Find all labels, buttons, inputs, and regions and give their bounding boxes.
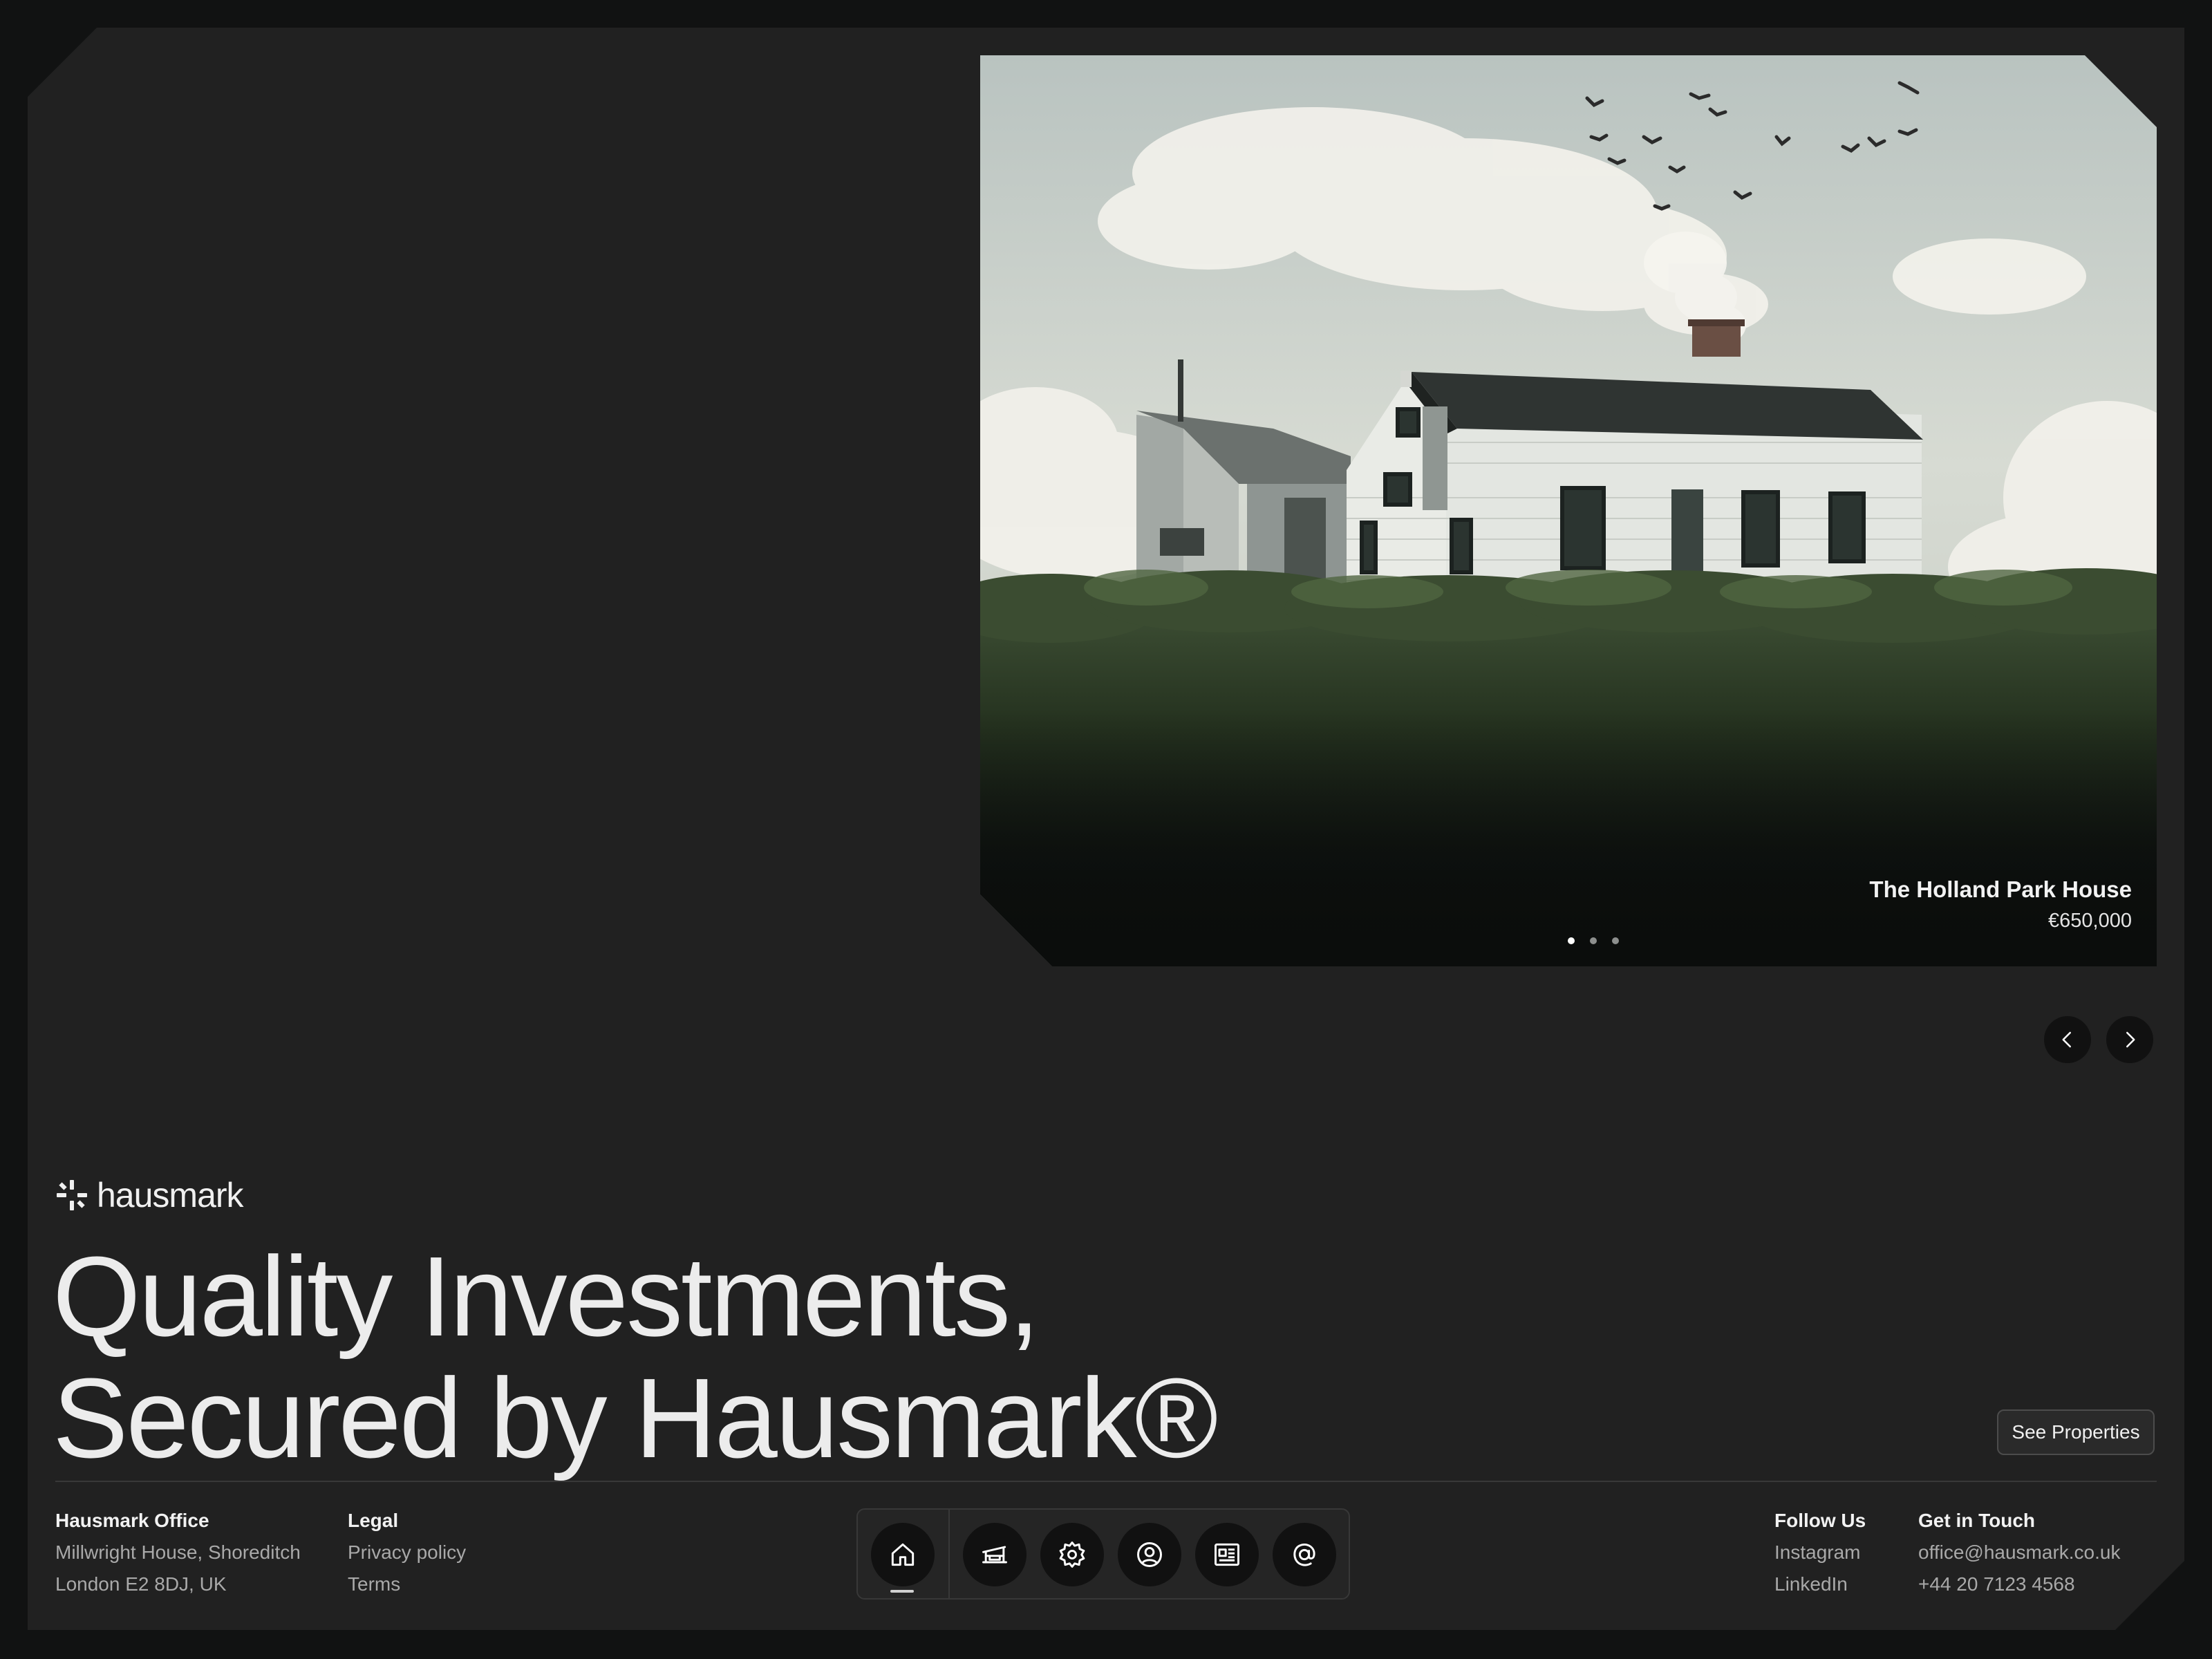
- property-price: €650,000: [2048, 910, 2132, 932]
- property-hero-image: The Holland Park House €650,000: [980, 55, 2157, 966]
- dock-active-indicator: [890, 1590, 914, 1593]
- sofa-icon: [980, 1539, 1010, 1570]
- phone-link[interactable]: +44 20 7123 4568: [1918, 1573, 2120, 1605]
- house-photo: [980, 55, 2157, 966]
- office-address-line-1: Millwright House, Shoreditch: [55, 1541, 301, 1563]
- dock-separator: [948, 1510, 950, 1598]
- chevron-right-icon: [2119, 1029, 2140, 1050]
- dock-profile-button[interactable]: [1118, 1523, 1181, 1586]
- follow-heading: Follow Us: [1774, 1510, 1866, 1531]
- headline-line-1: Quality Investments,: [53, 1233, 1038, 1360]
- main-panel: The Holland Park House €650,000 hausmark: [28, 28, 2184, 1630]
- page-headline: Quality Investments, Secured by Hausmark…: [53, 1236, 1216, 1479]
- dock-home-button[interactable]: [871, 1523, 935, 1586]
- user-circle-icon: [1134, 1539, 1165, 1570]
- carousel-dot-3[interactable]: [1612, 937, 1619, 944]
- carousel-dot-1[interactable]: [1568, 937, 1575, 944]
- privacy-policy-link[interactable]: Privacy policy: [348, 1541, 466, 1573]
- asterisk-cross-logo-icon: [55, 1179, 88, 1212]
- footer-follow: Follow Us Instagram LinkedIn: [1774, 1510, 1866, 1605]
- carousel-dots: [1568, 937, 1619, 944]
- office-heading: Hausmark Office: [55, 1510, 209, 1531]
- home-icon: [888, 1539, 918, 1570]
- contact-heading: Get in Touch: [1918, 1510, 2036, 1531]
- footer-office: Hausmark Office Millwright House, Shored…: [55, 1510, 301, 1605]
- footer-contact: Get in Touch office@hausmark.co.uk +44 2…: [1918, 1510, 2120, 1605]
- headline-line-2: Secured by Hausmark®: [53, 1355, 1217, 1481]
- office-address-line-2: London E2 8DJ, UK: [55, 1573, 227, 1595]
- instagram-link[interactable]: Instagram: [1774, 1541, 1866, 1573]
- carousel-prev-button[interactable]: [2044, 1016, 2091, 1063]
- brand-logo[interactable]: hausmark: [55, 1175, 243, 1215]
- linkedin-link[interactable]: LinkedIn: [1774, 1573, 1866, 1605]
- dock-news-button[interactable]: [1195, 1523, 1259, 1586]
- email-link[interactable]: office@hausmark.co.uk: [1918, 1541, 2120, 1573]
- brand-name: hausmark: [97, 1176, 243, 1215]
- carousel-next-button[interactable]: [2106, 1016, 2153, 1063]
- legal-heading: Legal: [348, 1510, 399, 1531]
- property-name: The Holland Park House: [1869, 877, 2132, 902]
- carousel-dot-2[interactable]: [1590, 937, 1597, 944]
- at-sign-icon: [1289, 1539, 1320, 1570]
- dock-navigation: [856, 1508, 1350, 1600]
- gear-icon: [1057, 1539, 1087, 1570]
- dock-contact-button[interactable]: [1273, 1523, 1336, 1586]
- terms-link[interactable]: Terms: [348, 1573, 466, 1605]
- footer-divider: [55, 1481, 2157, 1482]
- newspaper-icon: [1212, 1539, 1242, 1570]
- footer-legal: Legal Privacy policy Terms: [348, 1510, 466, 1605]
- dock-properties-button[interactable]: [963, 1523, 1027, 1586]
- chevron-left-icon: [2057, 1029, 2078, 1050]
- dock-services-button[interactable]: [1040, 1523, 1104, 1586]
- see-properties-button[interactable]: See Properties: [1997, 1409, 2155, 1455]
